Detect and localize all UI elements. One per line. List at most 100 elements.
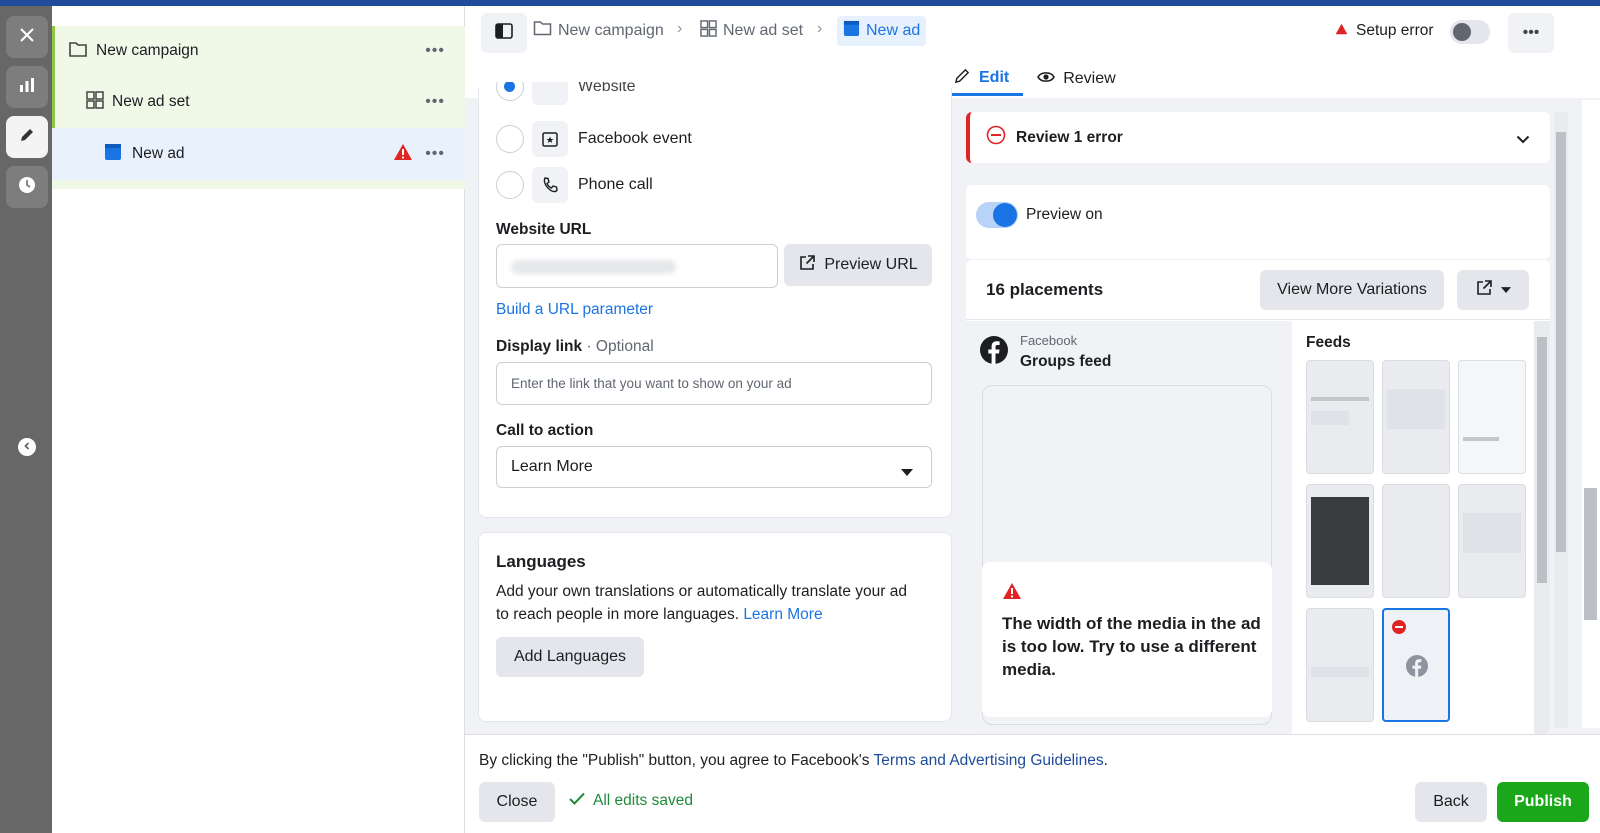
preview-scrollbar[interactable] (1554, 112, 1568, 728)
feed-thumbnail[interactable] (1382, 360, 1450, 474)
placement-name: Groups feed (1020, 353, 1112, 370)
ad-preview-area: Facebook Groups feed The width of the me… (966, 321, 1292, 734)
chevron-right-icon: › (677, 20, 683, 37)
feed-thumbnail[interactable] (1458, 484, 1526, 598)
radio-button[interactable] (496, 125, 524, 153)
eye-icon (1037, 70, 1056, 89)
view-more-variations-button[interactable]: View More Variations (1260, 270, 1444, 310)
feed-thumbnail[interactable] (1306, 360, 1374, 474)
feed-thumbnail[interactable] (1382, 484, 1450, 598)
placeholder-text: Enter the link that you want to show on … (511, 376, 792, 391)
close-rail-button[interactable] (6, 16, 48, 58)
error-circle-icon (1392, 620, 1406, 639)
tab-label: Review (1063, 70, 1116, 87)
page-scrollbar[interactable] (1582, 100, 1600, 728)
tree-item-ad[interactable]: New ad ••• (52, 128, 465, 180)
feeds-title: Feeds (1306, 334, 1351, 351)
edit-review-tabs: Edit Review (940, 62, 1130, 98)
feed-thumbnail[interactable] (1458, 360, 1526, 474)
sidebar-toggle-icon (495, 22, 513, 44)
terms-text: By clicking the "Publish" button, you ag… (479, 752, 870, 769)
display-link-label: Display link · Optional (496, 338, 654, 356)
preview-url-button[interactable]: Preview URL (784, 244, 932, 286)
facebook-logo-icon (980, 336, 1008, 369)
breadcrumb-label: New campaign (558, 21, 664, 39)
setup-error-label: Setup error (1356, 22, 1434, 39)
tab-review[interactable]: Review (1023, 62, 1129, 96)
preview-toggle[interactable] (976, 202, 1018, 228)
more-options-button[interactable]: ••• (1508, 13, 1554, 53)
pencil-icon (954, 67, 971, 89)
preview-toggle-card: Preview on (966, 185, 1550, 259)
feeds-scrollbar[interactable] (1534, 321, 1550, 734)
review-errors-card[interactable]: Review 1 error (966, 112, 1550, 163)
external-link-icon (798, 254, 816, 277)
placements-header: 16 placements View More Variations (966, 260, 1550, 320)
breadcrumb-label: New ad (866, 22, 921, 39)
campaign-tree: New campaign ••• New ad set ••• New ad •… (52, 6, 465, 833)
warning-icon (1335, 22, 1348, 40)
collapse-tree-button[interactable] (18, 438, 36, 456)
bar-chart-icon (18, 76, 36, 99)
edit-rail-button[interactable] (6, 116, 48, 158)
reporting-rail-button[interactable] (6, 66, 48, 108)
history-rail-button[interactable] (6, 166, 48, 208)
close-icon (18, 26, 36, 49)
left-rail (0, 6, 52, 833)
radio-facebook-event[interactable]: Facebook event (496, 121, 692, 157)
folder-icon (68, 40, 88, 63)
feed-thumbnail[interactable] (1306, 484, 1374, 598)
terms-link[interactable]: Terms and Advertising Guidelines (874, 752, 1104, 769)
add-languages-button[interactable]: Add Languages (496, 637, 644, 677)
feed-thumbnail-selected[interactable] (1382, 608, 1450, 722)
breadcrumb-campaign[interactable]: New campaign (533, 20, 664, 41)
radio-label: Facebook event (578, 130, 692, 147)
radio-button[interactable] (496, 171, 524, 199)
radio-label: Website (578, 82, 636, 95)
setup-error-status[interactable]: Setup error (1335, 22, 1434, 40)
terms-period: . (1103, 752, 1108, 769)
close-button[interactable]: Close (479, 782, 555, 822)
review-title: Review 1 error (1016, 128, 1123, 146)
toggle-panel-button[interactable] (481, 13, 527, 53)
placement-platform: Facebook (1020, 333, 1078, 348)
tree-item-campaign[interactable]: New campaign ••• (52, 25, 465, 77)
more-icon[interactable]: ••• (425, 145, 445, 163)
display-link-input[interactable]: Enter the link that you want to show on … (496, 362, 932, 405)
radio-website[interactable]: Website (496, 82, 636, 106)
tree-item-adset[interactable]: New ad set ••• (52, 76, 465, 128)
cta-value: Learn More (511, 458, 593, 475)
terms-notice: By clicking the "Publish" button, you ag… (479, 752, 1108, 770)
redacted-url (511, 260, 676, 274)
breadcrumb-ad[interactable]: New ad (837, 16, 927, 46)
share-preview-button[interactable] (1457, 270, 1529, 310)
ad-icon (104, 143, 122, 166)
more-icon[interactable]: ••• (425, 93, 445, 111)
save-status: All edits saved (569, 792, 693, 810)
caret-down-icon (901, 464, 913, 482)
event-icon (532, 121, 568, 157)
warning-icon (393, 143, 413, 166)
tree-item-label: New ad set (112, 93, 190, 110)
cta-select[interactable]: Learn More (496, 446, 932, 488)
ad-icon (843, 20, 860, 42)
feed-thumbnail[interactable] (1306, 608, 1374, 722)
back-button[interactable]: Back (1415, 782, 1487, 822)
cta-label: Call to action (496, 422, 594, 439)
chevron-down-icon (1516, 131, 1530, 149)
desc-line: Add your own translations or automatical… (496, 583, 907, 600)
breadcrumb-adset[interactable]: New ad set (700, 20, 803, 42)
chevron-left-icon (22, 438, 32, 456)
editor-header: New campaign › New ad set › New ad Setup… (465, 6, 1600, 61)
save-status-label: All edits saved (593, 792, 693, 809)
publish-button[interactable]: Publish (1497, 782, 1589, 822)
more-icon[interactable]: ••• (425, 42, 445, 60)
build-url-parameter-link[interactable]: Build a URL parameter (496, 301, 653, 319)
setup-toggle[interactable] (1450, 20, 1490, 44)
tab-edit[interactable]: Edit (940, 62, 1024, 96)
website-url-input[interactable] (496, 244, 778, 288)
learn-more-link[interactable]: Learn More (743, 606, 822, 623)
pencil-icon (18, 126, 36, 149)
languages-description: Add your own translations or automatical… (496, 580, 936, 626)
radio-phone-call[interactable]: Phone call (496, 167, 653, 203)
